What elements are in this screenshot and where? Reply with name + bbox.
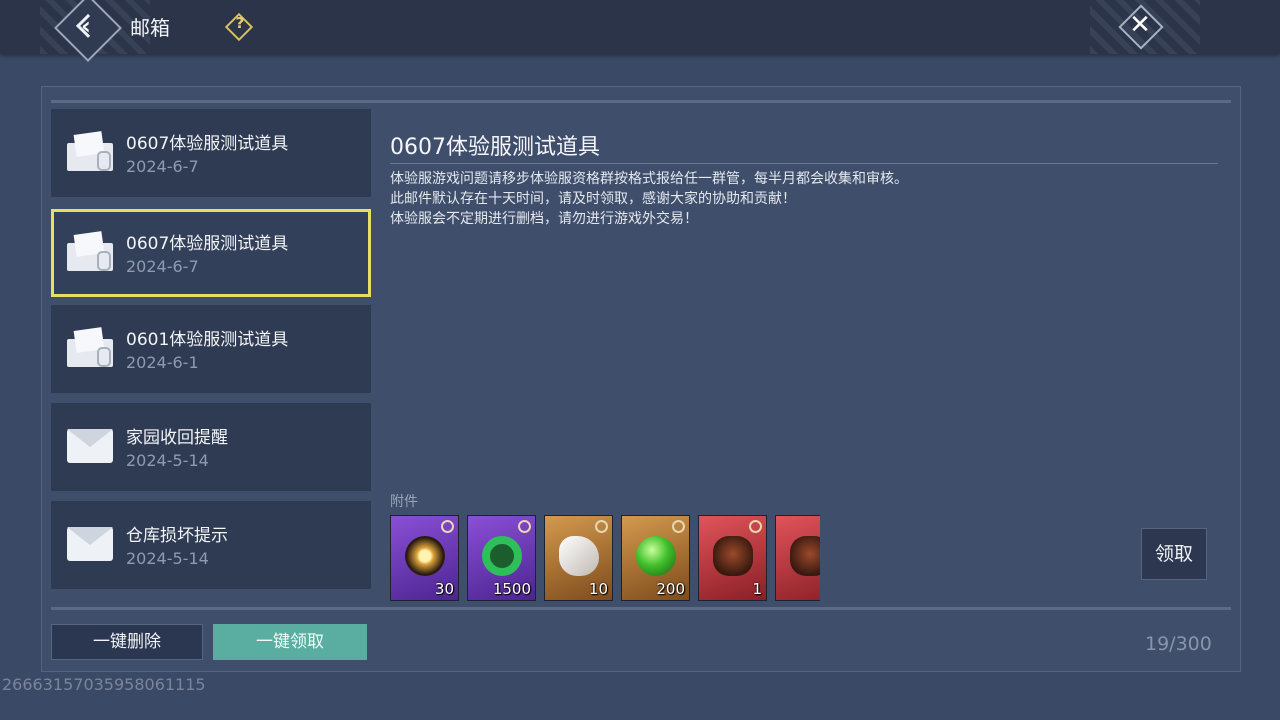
mail-item[interactable]: 0601体验服测试道具 2024-6-1 [51,305,371,393]
mail-title: 0607体验服测试道具 [126,134,289,154]
mail-date: 2024-5-14 [126,451,209,470]
attachments-list: 30 1500 10 200 1 [390,515,820,603]
help-label: ? [235,14,245,32]
attachment-slot[interactable]: 200 [621,515,690,601]
divider [390,163,1218,164]
attachment-qty: 1500 [492,580,531,598]
mail-count: 19/300 [1145,633,1212,655]
mail-item[interactable]: 0607体验服测试道具 2024-6-7 [51,109,371,197]
claim-button[interactable]: 领取 [1141,528,1207,580]
mail-body-line: 体验服会不定期进行删档，请勿进行游戏外交易！ [390,211,698,227]
mail-item[interactable]: 家园收回提醒 2024-5-14 [51,403,371,491]
claim-all-button[interactable]: 一键领取 [213,624,367,660]
open-envelope-icon [67,131,113,171]
attachment-slot[interactable]: 1500 [467,515,536,601]
bound-icon [672,520,685,533]
attachment-qty: 30 [434,580,454,598]
sun-medallion-icon [405,536,445,576]
top-bar: ‹ 邮箱 ? ✕ [0,0,1280,62]
mail-title: 仓库损坏提示 [126,526,228,546]
open-envelope-icon [67,231,113,271]
mail-body-line: 体验服游戏问题请移步体验服资格群按格式报给任一群管，每半月都会收集和审核。 [390,171,908,187]
open-envelope-icon [67,327,113,367]
attachment-qty: 1 [752,580,762,598]
bound-icon [518,520,531,533]
page-title: 邮箱 [130,16,170,40]
mail-title: 0607体验服测试道具 [126,234,289,254]
mail-title: 家园收回提醒 [126,428,228,448]
attachment-qty: 10 [588,580,608,598]
bound-icon [595,520,608,533]
close-button[interactable]: ✕ [1118,4,1164,50]
attachment-slot[interactable]: 10 [544,515,613,601]
attachment-slot[interactable]: 1 [698,515,767,601]
wolf-head-icon [713,536,753,576]
mail-body-line: 此邮件默认存在十天时间，请及时领取，感谢大家的协助和贡献！ [390,191,796,207]
divider [51,607,1231,610]
attachment-qty: 200 [656,580,685,598]
delete-all-button[interactable]: 一键删除 [51,624,203,660]
mail-date: 2024-6-7 [126,157,199,176]
mail-date: 2024-6-7 [126,257,199,276]
bound-icon [749,520,762,533]
mail-detail-title: 0607体验服测试道具 [390,135,600,160]
close-icon: ✕ [1129,10,1151,40]
mailbox-panel: 0607体验服测试道具 2024-6-7 0607体验服测试道具 2024-6-… [41,86,1241,672]
attachment-slot[interactable]: 30 [390,515,459,601]
envelope-icon [67,527,113,561]
attachment-slot[interactable] [775,515,820,601]
mail-item[interactable]: 仓库损坏提示 2024-5-14 [51,501,371,589]
divider [51,100,1231,103]
white-stone-icon [559,536,599,576]
mail-body: 体验服游戏问题请移步体验服资格群按格式报给任一群管，每半月都会收集和审核。 此邮… [390,169,1230,229]
mail-list[interactable]: 0607体验服测试道具 2024-6-7 0607体验服测试道具 2024-6-… [51,109,371,603]
envelope-icon [67,429,113,463]
mail-date: 2024-5-14 [126,549,209,568]
mail-title: 0601体验服测试道具 [126,330,289,350]
attachments-label: 附件 [390,494,418,510]
mail-date: 2024-6-1 [126,353,199,372]
back-arrow-icon: ‹ [81,12,91,40]
jade-ring-icon [482,536,522,576]
green-orb-icon [636,536,676,576]
mail-item-selected[interactable]: 0607体验服测试道具 2024-6-7 [51,209,371,297]
wolf-head-icon [790,536,820,576]
user-id: 2666315703595806111­5 [2,675,206,694]
bound-icon [441,520,454,533]
